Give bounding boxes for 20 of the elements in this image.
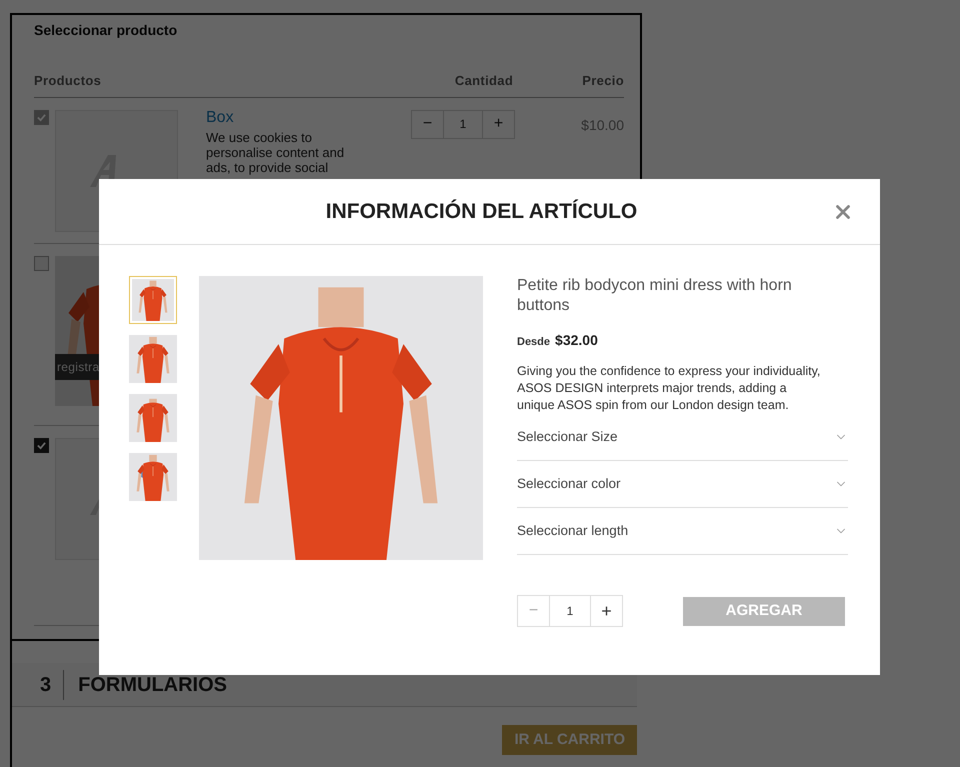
modal-title: INFORMACIÓN DEL ARTÍCULO <box>324 198 638 225</box>
decrement-button[interactable]: − <box>518 596 550 626</box>
quantity-value: 1 <box>566 603 574 620</box>
column-header: Productos <box>34 72 102 90</box>
price-label: Desde <box>517 335 550 350</box>
product-description: Giving you the confidence to express your individuality, ASOS DESIGN interprets major trends, adding a unique ASOS spin from our London design team. <box>517 363 822 414</box>
select-dropdown[interactable]: Seleccionar color <box>517 461 848 508</box>
select-dropdown[interactable]: Seleccionar length <box>517 508 848 555</box>
product-price: $32.00 <box>555 331 598 350</box>
column-header: Precio <box>581 72 624 90</box>
cart-button[interactable]: IR AL CARRITO <box>502 725 637 755</box>
step-number: 3 <box>40 670 64 700</box>
product-description: We use cookies to personalise content and ads, to provide social <box>206 130 346 174</box>
column-header: Cantidad <box>454 72 514 90</box>
increment-button[interactable]: + <box>590 596 622 626</box>
select-dropdown[interactable]: Seleccionar Size <box>517 414 848 461</box>
section-title: Seleccionar producto <box>34 21 178 40</box>
quantity-value: 1 <box>458 116 468 132</box>
product-name: Petite rib bodycon mini dress with horn buttons <box>517 276 793 316</box>
step-title: FORMULARIOS <box>78 672 228 698</box>
